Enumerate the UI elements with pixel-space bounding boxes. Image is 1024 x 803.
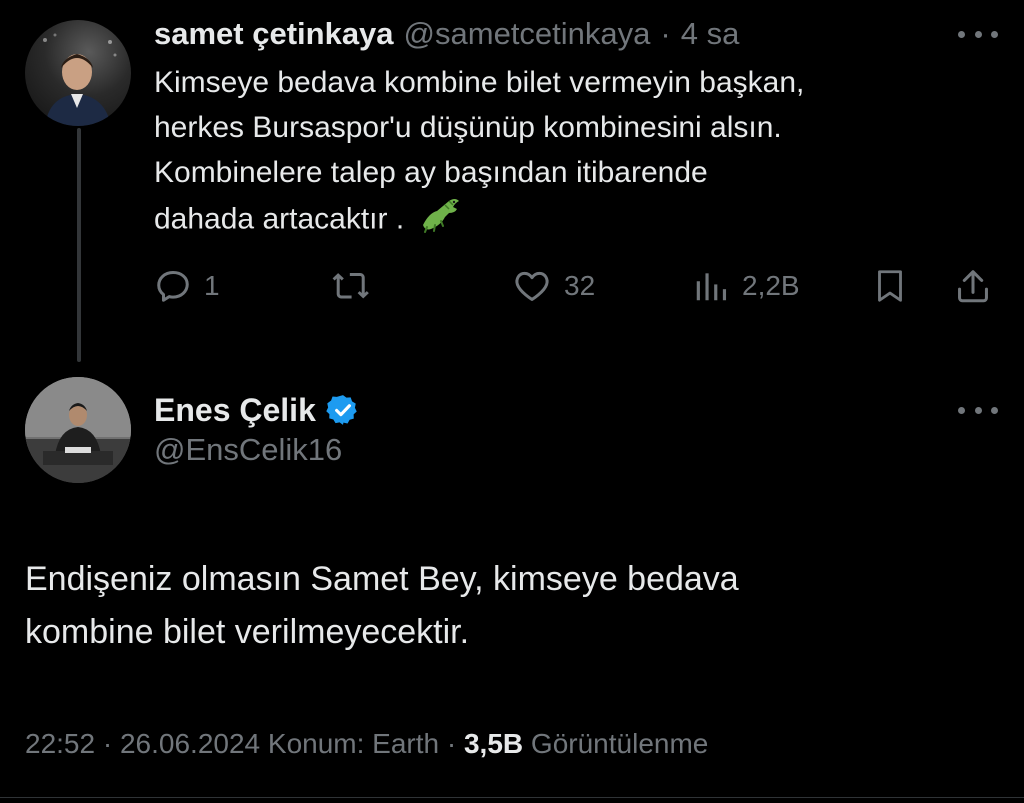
crocodile-icon (419, 195, 463, 246)
tweet-header: Enes Çelik (154, 390, 360, 430)
like-count: 32 (564, 270, 596, 301)
tweet-actions: 1 32 2,2B (154, 263, 1004, 309)
share-icon (958, 270, 988, 303)
retweet-icon (332, 273, 369, 299)
separator-dot: · (446, 728, 457, 759)
avatar[interactable] (25, 377, 131, 483)
tweet-header: samet çetinkaya @sametcetinkaya · 4 sa (154, 14, 739, 54)
thread-connector-line (77, 128, 81, 362)
more-dot-icon (958, 406, 965, 414)
separator-dot: · (102, 728, 113, 759)
like-button[interactable]: 32 (512, 263, 595, 309)
author-name[interactable]: Enes Çelik (154, 392, 316, 429)
tweet-text: Endişeniz olmasın Samet Bey, kimseye bed… (25, 553, 985, 659)
tweet-text-line: Kimseye bedava kombine bilet vermeyin ba… (154, 66, 805, 99)
tweet-location: Konum: Earth (267, 728, 440, 759)
tweet-text-line: kombine bilet verilmeyecektir. (25, 613, 470, 651)
reply-count: 1 (204, 270, 220, 301)
tweet-text-line: Endişeniz olmasın Samet Bey, kimseye bed… (25, 560, 739, 598)
more-dot-icon (991, 30, 998, 38)
more-dot-icon (974, 406, 982, 414)
views-count: 3,5B (463, 728, 524, 759)
avatar-photo-icon (43, 33, 117, 126)
verified-badge-icon (326, 395, 357, 425)
tweet-text: Kimseye bedava kombine bilet vermeyin ba… (154, 60, 994, 246)
tweet-date[interactable]: 26.06.2024 (120, 728, 260, 759)
divider (0, 797, 1024, 798)
views-label: Görüntülenme (530, 728, 709, 759)
tweet-timestamp[interactable]: 4 sa (681, 16, 740, 52)
heart-icon (515, 271, 549, 301)
avatar-photo-icon (25, 377, 131, 483)
separator-dot: · (660, 16, 671, 51)
more-dot-icon (958, 30, 965, 38)
more-options-button[interactable] (958, 28, 998, 40)
tweet-text-line: Kombinelere talep ay başından itibarende (154, 156, 708, 189)
analytics-icon (696, 273, 727, 301)
reply-icon (157, 271, 189, 302)
tweet-time[interactable]: 22:52 (25, 728, 95, 759)
author-name[interactable]: samet çetinkaya (154, 16, 394, 52)
share-button[interactable] (954, 263, 992, 309)
views-count: 2,2B (742, 270, 800, 301)
author-handle[interactable]: @EnsCelik16 (154, 432, 342, 468)
tweet-text-line-last: dahada artacaktır . (154, 195, 994, 246)
bookmark-button[interactable] (872, 263, 908, 309)
tweet-text-line: herkes Bursaspor'u düşünüp kombinesini a… (154, 111, 782, 144)
bookmark-icon (878, 270, 902, 302)
more-dot-icon (974, 30, 982, 38)
retweet-button[interactable] (330, 263, 382, 309)
author-handle[interactable]: @sametcetinkaya (404, 16, 651, 52)
views-button[interactable]: 2,2B (692, 263, 800, 309)
tweet-meta: 22:52 · 26.06.2024 Konum: Earth · 3,5B G… (25, 728, 708, 760)
tweet-text-line: dahada artacaktır . (154, 202, 405, 236)
more-dot-icon (991, 406, 998, 414)
reply-button[interactable]: 1 (154, 263, 220, 309)
avatar[interactable] (25, 20, 131, 126)
more-options-button[interactable] (958, 404, 998, 416)
